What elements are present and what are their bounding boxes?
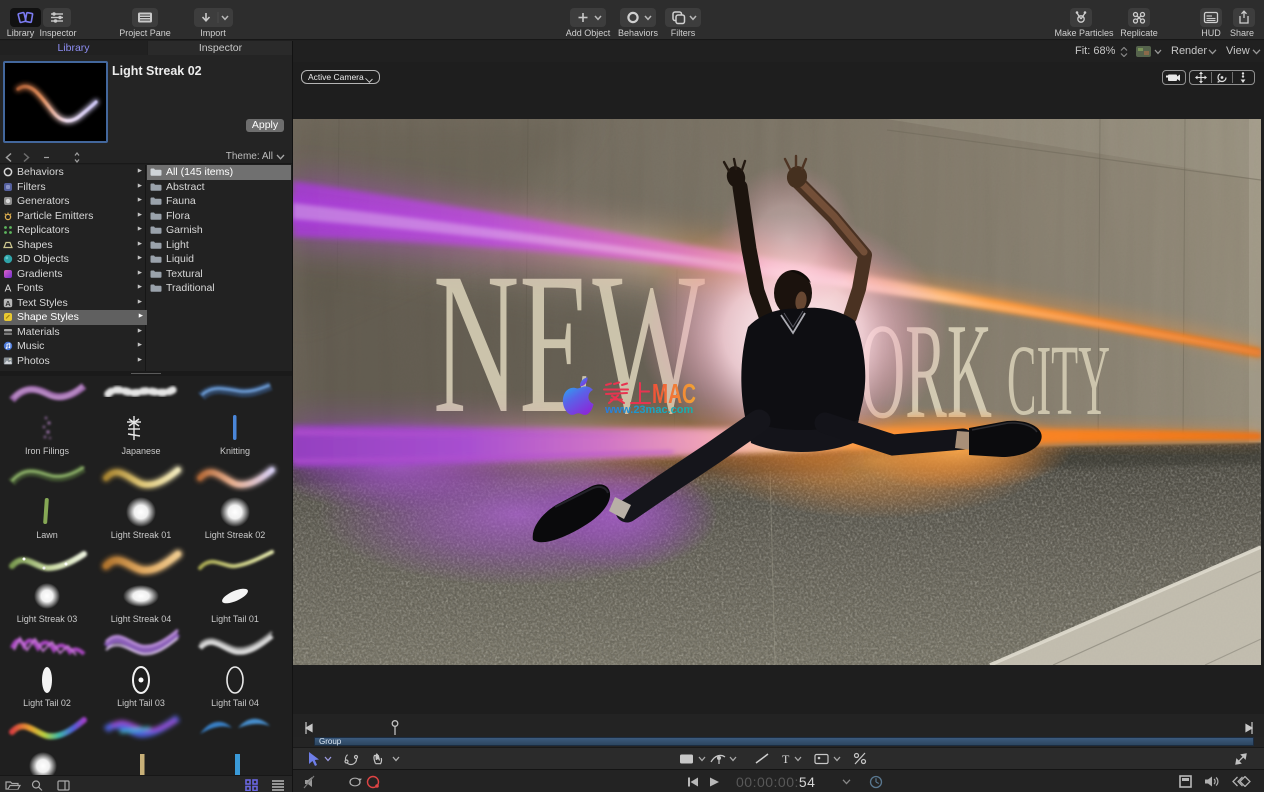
svg-text:A: A (5, 284, 12, 293)
svg-text:www.23mac.com: www.23mac.com (604, 404, 693, 416)
svg-text:T: T (782, 752, 790, 766)
svg-text:A: A (5, 299, 11, 308)
